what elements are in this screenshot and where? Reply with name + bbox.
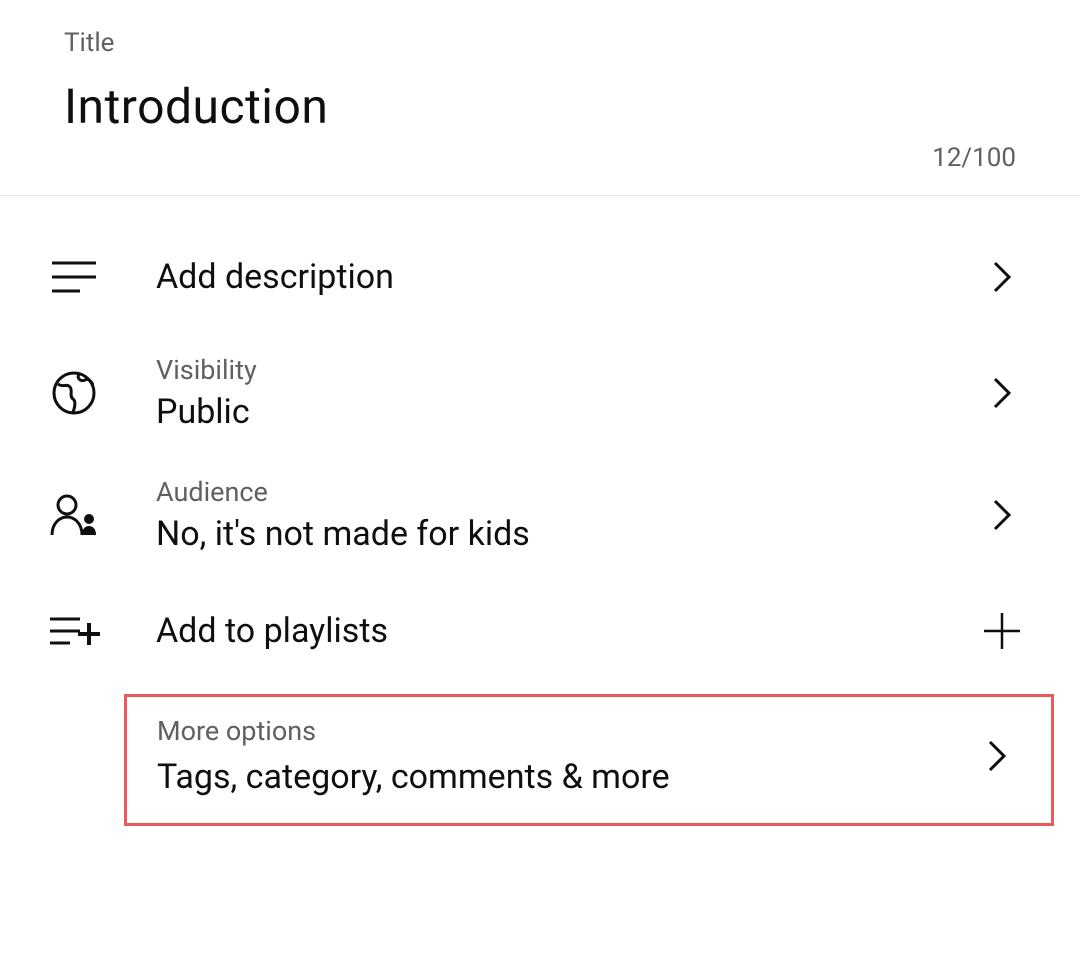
row-value: Tags, category, comments & more (157, 757, 973, 797)
row-add-playlists[interactable]: Add to playlists (0, 576, 1080, 686)
row-label: Add description (156, 257, 978, 297)
row-add-description[interactable]: Add description (0, 222, 1080, 332)
row-content: More options Tags, category, comments & … (157, 715, 973, 797)
globe-icon (48, 370, 100, 416)
title-field-label: Title (64, 28, 1016, 58)
row-more-options[interactable]: More options Tags, category, comments & … (124, 694, 1054, 826)
title-section: Title Introduction 12/100 (0, 0, 1080, 195)
chevron-right-icon (973, 739, 1021, 773)
plus-icon (978, 611, 1026, 651)
row-visibility[interactable]: Visibility Public (0, 332, 1080, 454)
row-content: Add to playlists (156, 611, 978, 651)
row-sub-label: Audience (156, 476, 978, 508)
row-sub-label: Visibility (156, 354, 978, 386)
row-content: Audience No, it's not made for kids (156, 476, 978, 554)
playlist-add-icon (48, 611, 100, 651)
row-label: Add to playlists (156, 611, 978, 651)
row-audience[interactable]: Audience No, it's not made for kids (0, 454, 1080, 576)
description-icon (48, 257, 100, 297)
settings-list: Add description Visibility Public (0, 196, 1080, 826)
row-content: Visibility Public (156, 354, 978, 432)
row-sub-label: More options (157, 715, 973, 747)
title-input[interactable]: Introduction (64, 78, 1016, 135)
chevron-right-icon (978, 376, 1026, 410)
row-value: Public (156, 392, 978, 432)
chevron-right-icon (978, 260, 1026, 294)
chevron-right-icon (978, 498, 1026, 532)
title-char-count: 12/100 (932, 143, 1016, 173)
row-value: No, it's not made for kids (156, 514, 978, 554)
audience-icon (48, 493, 100, 537)
row-content: Add description (156, 257, 978, 297)
